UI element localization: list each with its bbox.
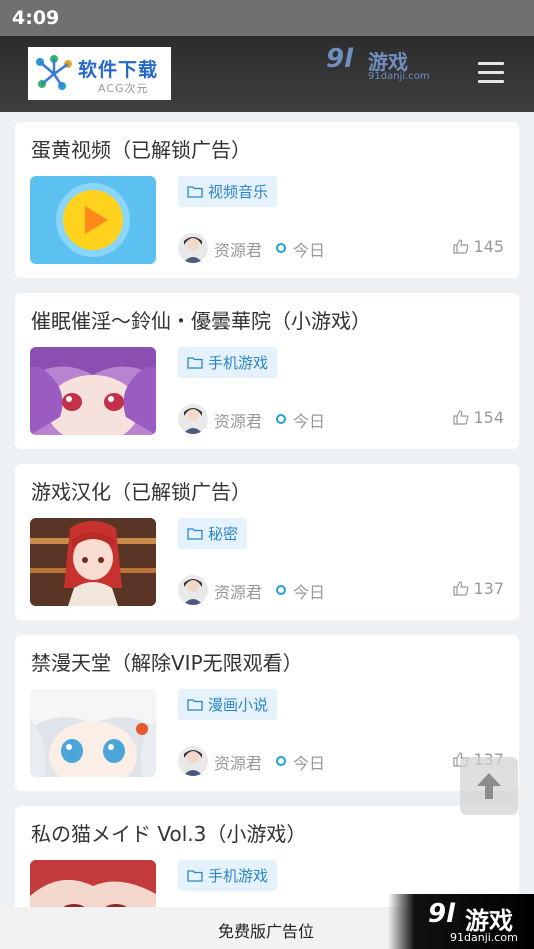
dot-icon (276, 414, 286, 424)
like-number: 154 (473, 408, 504, 427)
like-count[interactable]: 154 (453, 408, 504, 427)
category-tag[interactable]: 手机游戏 (178, 347, 278, 378)
hamburger-menu-icon[interactable] (478, 62, 504, 84)
category-label: 视频音乐 (208, 183, 269, 201)
post-meta: 资源君 今日 145 (178, 233, 508, 265)
like-count[interactable]: 145 (453, 237, 504, 256)
brand-watermark: 9l 游戏 91danji.com (326, 44, 430, 82)
folder-icon (187, 186, 203, 198)
watermark-logo: 9l 游戏 91danji.com (388, 894, 534, 949)
like-number: 145 (473, 237, 504, 256)
author-name[interactable]: 资源君 (214, 579, 262, 603)
thumbs-up-icon (453, 410, 469, 425)
folder-icon (187, 357, 203, 369)
post-meta: 资源君 今日 137 (178, 575, 508, 607)
post-title[interactable]: 私の猫メイド Vol.3（小游戏） (31, 818, 306, 847)
arrow-up-icon (477, 773, 501, 799)
author-name[interactable]: 资源君 (214, 408, 262, 432)
brand-url: 91danji.com (368, 71, 430, 82)
watermark-number: 9l (428, 899, 456, 929)
like-number: 137 (473, 579, 504, 598)
site-logo[interactable]: 软件下载 ACG次元 (28, 47, 171, 100)
post-thumbnail[interactable] (30, 347, 156, 435)
dot-icon (276, 585, 286, 595)
watermark-url: 91danji.com (450, 931, 518, 944)
dot-icon (276, 243, 286, 253)
ad-text: 免费版广告位 (218, 922, 315, 941)
category-label: 秘密 (208, 525, 239, 543)
post-title[interactable]: 游戏汉化（已解锁广告） (31, 476, 251, 505)
post-date: 今日 (293, 241, 326, 260)
category-label: 手机游戏 (208, 354, 269, 372)
post-meta: 资源君 今日 154 (178, 404, 508, 436)
category-tag[interactable]: 视频音乐 (178, 176, 278, 207)
author-name[interactable]: 资源君 (214, 237, 262, 261)
category-tag[interactable]: 漫画小说 (178, 689, 278, 720)
logo-mark-icon (36, 55, 72, 90)
logo-subtitle: ACG次元 (98, 82, 149, 95)
thumbs-up-icon (453, 239, 469, 254)
post-date: 今日 (293, 754, 326, 773)
category-label: 手机游戏 (208, 867, 269, 885)
category-tag[interactable]: 秘密 (178, 518, 248, 549)
brand-number: 9l (326, 44, 354, 74)
avatar[interactable] (178, 233, 208, 263)
post-card[interactable]: 蛋黄视频（已解锁广告） 视频音乐 资源君 今日 145 (15, 122, 519, 278)
back-to-top-button[interactable] (460, 757, 518, 815)
category-label: 漫画小说 (208, 696, 269, 714)
author-name[interactable]: 资源君 (214, 750, 262, 774)
dot-icon (276, 756, 286, 766)
post-card[interactable]: 催眠催淫～鈴仙・優曇華院（小游戏） 手机游戏 资源君 今日 154 (15, 293, 519, 449)
site-header: 软件下载 ACG次元 9l 游戏 91danji.com (0, 36, 534, 112)
post-title[interactable]: 催眠催淫～鈴仙・優曇華院（小游戏） (31, 305, 371, 334)
folder-icon (187, 699, 203, 711)
post-thumbnail[interactable] (30, 518, 156, 606)
post-meta: 资源君 今日 137 (178, 746, 508, 778)
status-time: 4:09 (12, 7, 60, 29)
post-thumbnail[interactable] (30, 176, 156, 264)
post-title[interactable]: 禁漫天堂（解除VIP无限观看） (31, 647, 303, 676)
post-title[interactable]: 蛋黄视频（已解锁广告） (31, 134, 251, 163)
post-thumbnail[interactable] (30, 689, 156, 777)
avatar[interactable] (178, 746, 208, 776)
avatar[interactable] (178, 404, 208, 434)
post-card[interactable]: 游戏汉化（已解锁广告） 秘密 资源君 今日 137 (15, 464, 519, 620)
folder-icon (187, 870, 203, 882)
post-date: 今日 (293, 583, 326, 602)
thumbs-up-icon (453, 581, 469, 596)
status-bar: 4:09 (0, 0, 534, 36)
like-count[interactable]: 137 (453, 579, 504, 598)
logo-title: 软件下载 (78, 59, 159, 81)
category-tag[interactable]: 手机游戏 (178, 860, 278, 891)
post-date: 今日 (293, 412, 326, 431)
folder-icon (187, 528, 203, 540)
post-feed[interactable]: 蛋黄视频（已解锁广告） 视频音乐 资源君 今日 145 催眠催淫～鈴仙・優曇華院… (0, 112, 534, 949)
avatar[interactable] (178, 575, 208, 605)
post-card[interactable]: 禁漫天堂（解除VIP无限观看） 漫画小说 资源君 今日 (15, 635, 519, 791)
